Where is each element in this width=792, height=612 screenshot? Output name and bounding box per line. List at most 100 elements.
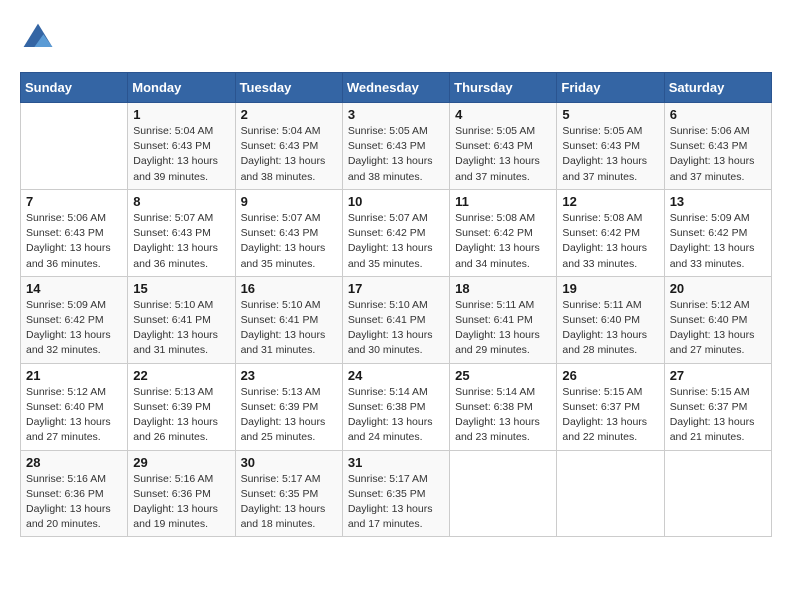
day-number: 9 bbox=[241, 194, 337, 209]
day-number: 1 bbox=[133, 107, 229, 122]
logo-icon bbox=[20, 20, 56, 56]
calendar-cell: 24 Sunrise: 5:14 AMSunset: 6:38 PMDayligh… bbox=[342, 363, 449, 450]
calendar-cell: 27Sunrise: 5:15 AMSunset: 6:37 PMDayligh… bbox=[664, 363, 771, 450]
day-number: 21 bbox=[26, 368, 122, 383]
day-info: Sunrise: 5:17 AMSunset: 6:35 PMDaylight:… bbox=[348, 472, 444, 533]
day-info: Sunrise: 5:17 AMSunset: 6:35 PMDaylight:… bbox=[241, 472, 337, 533]
day-number: 24 bbox=[348, 368, 444, 383]
calendar-cell: 13 Sunrise: 5:09 AMSunset: 6:42 PMDayligh… bbox=[664, 189, 771, 276]
day-info: Sunrise: 5:12 AMSunset: 6:40 PMDaylight:… bbox=[26, 385, 122, 446]
day-number: 16 bbox=[241, 281, 337, 296]
day-header-friday: Friday bbox=[557, 73, 664, 103]
day-number: 18 bbox=[455, 281, 551, 296]
calendar-table: SundayMondayTuesdayWednesdayThursdayFrid… bbox=[20, 72, 772, 537]
calendar-cell: 28Sunrise: 5:16 AMSunset: 6:36 PMDayligh… bbox=[21, 450, 128, 537]
calendar-cell: 25 Sunrise: 5:14 AMSunset: 6:38 PMDayligh… bbox=[450, 363, 557, 450]
day-number: 13 bbox=[670, 194, 766, 209]
day-header-thursday: Thursday bbox=[450, 73, 557, 103]
day-number: 11 bbox=[455, 194, 551, 209]
day-info: Sunrise: 5:07 AMSunset: 6:43 PMDaylight:… bbox=[133, 211, 229, 272]
calendar-cell: 18 Sunrise: 5:11 AMSunset: 6:41 PMDayligh… bbox=[450, 276, 557, 363]
day-info: Sunrise: 5:11 AMSunset: 6:40 PMDaylight:… bbox=[562, 298, 658, 359]
calendar-cell: 11 Sunrise: 5:08 AMSunset: 6:42 PMDayligh… bbox=[450, 189, 557, 276]
day-info: Sunrise: 5:05 AMSunset: 6:43 PMDaylight:… bbox=[348, 124, 444, 185]
day-header-sunday: Sunday bbox=[21, 73, 128, 103]
day-info: Sunrise: 5:10 AMSunset: 6:41 PMDaylight:… bbox=[133, 298, 229, 359]
calendar-cell: 30 Sunrise: 5:17 AMSunset: 6:35 PMDayligh… bbox=[235, 450, 342, 537]
calendar-cell: 26 Sunrise: 5:15 AMSunset: 6:37 PMDayligh… bbox=[557, 363, 664, 450]
day-number: 3 bbox=[348, 107, 444, 122]
week-row-3: 14Sunrise: 5:09 AMSunset: 6:42 PMDayligh… bbox=[21, 276, 772, 363]
calendar-cell: 12Sunrise: 5:08 AMSunset: 6:42 PMDayligh… bbox=[557, 189, 664, 276]
day-info: Sunrise: 5:07 AMSunset: 6:43 PMDaylight:… bbox=[241, 211, 337, 272]
calendar-cell: 19 Sunrise: 5:11 AMSunset: 6:40 PMDayligh… bbox=[557, 276, 664, 363]
day-info: Sunrise: 5:16 AMSunset: 6:36 PMDaylight:… bbox=[133, 472, 229, 533]
day-number: 8 bbox=[133, 194, 229, 209]
days-header-row: SundayMondayTuesdayWednesdayThursdayFrid… bbox=[21, 73, 772, 103]
day-info: Sunrise: 5:14 AMSunset: 6:38 PMDaylight:… bbox=[455, 385, 551, 446]
day-number: 5 bbox=[562, 107, 658, 122]
calendar-cell: 5 Sunrise: 5:05 AMSunset: 6:43 PMDaylight… bbox=[557, 103, 664, 190]
day-number: 19 bbox=[562, 281, 658, 296]
logo bbox=[20, 20, 60, 56]
day-info: Sunrise: 5:04 AMSunset: 6:43 PMDaylight:… bbox=[133, 124, 229, 185]
day-info: Sunrise: 5:12 AMSunset: 6:40 PMDaylight:… bbox=[670, 298, 766, 359]
calendar-cell bbox=[664, 450, 771, 537]
day-header-tuesday: Tuesday bbox=[235, 73, 342, 103]
day-number: 28 bbox=[26, 455, 122, 470]
week-row-1: 1 Sunrise: 5:04 AMSunset: 6:43 PMDaylight… bbox=[21, 103, 772, 190]
day-info: Sunrise: 5:07 AMSunset: 6:42 PMDaylight:… bbox=[348, 211, 444, 272]
day-info: Sunrise: 5:15 AMSunset: 6:37 PMDaylight:… bbox=[562, 385, 658, 446]
week-row-2: 7Sunrise: 5:06 AMSunset: 6:43 PMDaylight… bbox=[21, 189, 772, 276]
calendar-cell: 8 Sunrise: 5:07 AMSunset: 6:43 PMDaylight… bbox=[128, 189, 235, 276]
calendar-cell: 22 Sunrise: 5:13 AMSunset: 6:39 PMDayligh… bbox=[128, 363, 235, 450]
day-info: Sunrise: 5:13 AMSunset: 6:39 PMDaylight:… bbox=[133, 385, 229, 446]
day-info: Sunrise: 5:09 AMSunset: 6:42 PMDaylight:… bbox=[670, 211, 766, 272]
day-number: 10 bbox=[348, 194, 444, 209]
day-number: 30 bbox=[241, 455, 337, 470]
calendar-cell: 14Sunrise: 5:09 AMSunset: 6:42 PMDayligh… bbox=[21, 276, 128, 363]
day-info: Sunrise: 5:10 AMSunset: 6:41 PMDaylight:… bbox=[241, 298, 337, 359]
day-number: 25 bbox=[455, 368, 551, 383]
day-number: 14 bbox=[26, 281, 122, 296]
day-info: Sunrise: 5:06 AMSunset: 6:43 PMDaylight:… bbox=[670, 124, 766, 185]
calendar-cell: 21 Sunrise: 5:12 AMSunset: 6:40 PMDayligh… bbox=[21, 363, 128, 450]
calendar-cell: 7Sunrise: 5:06 AMSunset: 6:43 PMDaylight… bbox=[21, 189, 128, 276]
calendar-cell: 15 Sunrise: 5:10 AMSunset: 6:41 PMDayligh… bbox=[128, 276, 235, 363]
calendar-cell: 4 Sunrise: 5:05 AMSunset: 6:43 PMDaylight… bbox=[450, 103, 557, 190]
day-number: 29 bbox=[133, 455, 229, 470]
day-number: 4 bbox=[455, 107, 551, 122]
calendar-cell bbox=[557, 450, 664, 537]
day-number: 22 bbox=[133, 368, 229, 383]
day-number: 23 bbox=[241, 368, 337, 383]
day-number: 15 bbox=[133, 281, 229, 296]
day-number: 17 bbox=[348, 281, 444, 296]
calendar-cell: 3 Sunrise: 5:05 AMSunset: 6:43 PMDaylight… bbox=[342, 103, 449, 190]
day-info: Sunrise: 5:15 AMSunset: 6:37 PMDaylight:… bbox=[670, 385, 766, 446]
day-header-saturday: Saturday bbox=[664, 73, 771, 103]
page-header bbox=[20, 20, 772, 56]
calendar-cell: 17Sunrise: 5:10 AMSunset: 6:41 PMDayligh… bbox=[342, 276, 449, 363]
day-info: Sunrise: 5:08 AMSunset: 6:42 PMDaylight:… bbox=[562, 211, 658, 272]
calendar-cell: 6Sunrise: 5:06 AMSunset: 6:43 PMDaylight… bbox=[664, 103, 771, 190]
week-row-4: 21 Sunrise: 5:12 AMSunset: 6:40 PMDayligh… bbox=[21, 363, 772, 450]
day-info: Sunrise: 5:04 AMSunset: 6:43 PMDaylight:… bbox=[241, 124, 337, 185]
day-header-wednesday: Wednesday bbox=[342, 73, 449, 103]
week-row-5: 28 Sunrise: 5:16 AMSunset: 6:36 PMDayligh… bbox=[21, 450, 772, 537]
day-info: Sunrise: 5:11 AMSunset: 6:41 PMDaylight:… bbox=[455, 298, 551, 359]
calendar-cell bbox=[21, 103, 128, 190]
calendar-cell: 1 Sunrise: 5:04 AMSunset: 6:43 PMDaylight… bbox=[128, 103, 235, 190]
calendar-cell: 2 Sunrise: 5:04 AMSunset: 6:43 PMDaylight… bbox=[235, 103, 342, 190]
calendar-cell: 29 Sunrise: 5:16 AMSunset: 6:36 PMDayligh… bbox=[128, 450, 235, 537]
day-number: 26 bbox=[562, 368, 658, 383]
calendar-cell: 16 Sunrise: 5:10 AMSunset: 6:41 PMDayligh… bbox=[235, 276, 342, 363]
day-number: 20 bbox=[670, 281, 766, 296]
day-info: Sunrise: 5:08 AMSunset: 6:42 PMDaylight:… bbox=[455, 211, 551, 272]
day-number: 2 bbox=[241, 107, 337, 122]
day-info: Sunrise: 5:05 AMSunset: 6:43 PMDaylight:… bbox=[455, 124, 551, 185]
calendar-cell: 10 Sunrise: 5:07 AMSunset: 6:42 PMDayligh… bbox=[342, 189, 449, 276]
calendar-cell: 20 Sunrise: 5:12 AMSunset: 6:40 PMDayligh… bbox=[664, 276, 771, 363]
day-header-monday: Monday bbox=[128, 73, 235, 103]
day-info: Sunrise: 5:14 AMSunset: 6:38 PMDaylight:… bbox=[348, 385, 444, 446]
day-info: Sunrise: 5:05 AMSunset: 6:43 PMDaylight:… bbox=[562, 124, 658, 185]
